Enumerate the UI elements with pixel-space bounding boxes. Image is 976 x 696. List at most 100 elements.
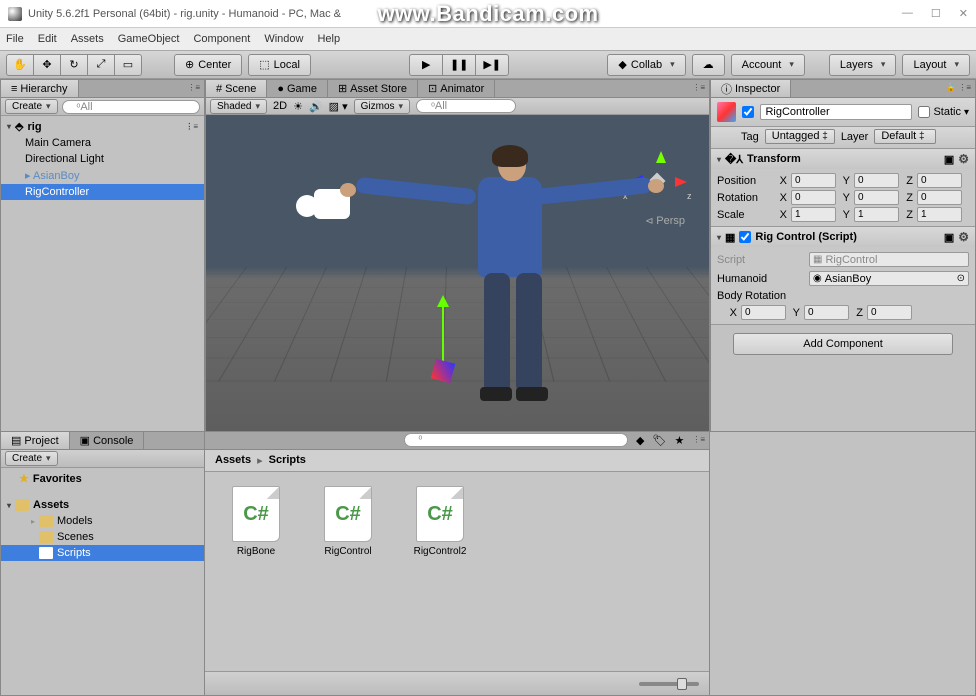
bodyrot-z[interactable] [867, 305, 912, 320]
hierarchy-item-directional-light[interactable]: Directional Light [1, 151, 204, 167]
inspector-lock-icon[interactable]: 🔒 ⋮≡ [942, 80, 975, 97]
rotation-x[interactable] [791, 190, 836, 205]
position-x[interactable] [791, 173, 836, 188]
hierarchy-menu-icon[interactable]: ⋮≡ [183, 80, 204, 97]
rotation-z[interactable] [917, 190, 962, 205]
filter-type-icon[interactable]: ◆ [632, 432, 648, 449]
rotation-y[interactable] [854, 190, 899, 205]
close-button[interactable]: ✕ [959, 7, 968, 20]
asset-rigcontrol[interactable]: C#RigControl [317, 486, 379, 557]
menu-gameobject[interactable]: GameObject [118, 33, 180, 45]
menu-help[interactable]: Help [317, 33, 340, 45]
menu-edit[interactable]: Edit [38, 33, 57, 45]
scale-tool[interactable]: ⤢ [87, 54, 115, 76]
save-search-icon[interactable]: ★ [670, 432, 688, 449]
scene-2d-toggle[interactable]: 2D [273, 100, 287, 112]
scene-fx-icon[interactable]: ▨ ▾ [329, 100, 348, 113]
asset-rigbone[interactable]: C#RigBone [225, 486, 287, 557]
hand-tool[interactable]: ✋ [6, 54, 34, 76]
static-checkbox[interactable] [918, 106, 930, 118]
add-component-button[interactable]: Add Component [733, 333, 953, 355]
unity-icon [8, 7, 22, 21]
tab-project[interactable]: ▤ Project [1, 432, 70, 449]
bodyrot-y[interactable] [804, 305, 849, 320]
scene-search[interactable]: ᵒAll [416, 99, 516, 113]
position-z[interactable] [917, 173, 962, 188]
tab-scene[interactable]: # Scene [206, 80, 267, 97]
humanoid-field[interactable]: ◉ AsianBoy⊙ [809, 271, 969, 286]
layout-dropdown[interactable]: Layout [902, 54, 970, 76]
script-help-icon[interactable]: ▣ [944, 231, 954, 244]
menu-component[interactable]: Component [193, 33, 250, 45]
script-field-label: Script [717, 254, 803, 266]
hierarchy-item-asianboy[interactable]: ▸ AsianBoy [1, 167, 204, 184]
scale-label: Scale [717, 209, 773, 221]
inspector-lower-padding [710, 432, 976, 696]
folder-models[interactable]: ▸Models [1, 513, 204, 529]
script-gear-icon[interactable]: ⚙ [958, 230, 969, 244]
collab-dropdown[interactable]: ◆ Collab [607, 54, 685, 76]
play-button[interactable]: ▶ [409, 54, 443, 76]
pivot-toggle[interactable]: ⊕ Center [174, 54, 242, 76]
menu-assets[interactable]: Assets [71, 33, 104, 45]
step-button[interactable]: ▶❚ [475, 54, 509, 76]
position-y[interactable] [854, 173, 899, 188]
shading-dropdown[interactable]: Shaded [210, 99, 267, 114]
favorites-section[interactable]: ★Favorites [1, 470, 204, 487]
grid-size-slider[interactable] [639, 682, 699, 686]
move-tool[interactable]: ✥ [33, 54, 61, 76]
scene-menu-icon[interactable]: ⋮≡ [688, 80, 709, 97]
asset-rigcontrol2[interactable]: C#RigControl2 [409, 486, 471, 557]
hierarchy-item-main-camera[interactable]: Main Camera [1, 135, 204, 151]
tab-inspector[interactable]: ⓘ Inspector [711, 80, 791, 97]
scale-z[interactable] [917, 207, 962, 222]
filter-label-icon[interactable]: 🏷 [649, 432, 671, 449]
gameobject-name-field[interactable] [760, 104, 912, 120]
layers-dropdown[interactable]: Layers [829, 54, 897, 76]
tab-hierarchy[interactable]: ≡ Hierarchy [1, 80, 79, 97]
gameobject-enabled-checkbox[interactable] [742, 106, 754, 118]
scale-x[interactable] [791, 207, 836, 222]
tab-console[interactable]: ▣ Console [70, 432, 145, 449]
bc-assets[interactable]: Assets [215, 454, 251, 467]
tab-asset-store[interactable]: ⊞ Asset Store [328, 80, 418, 97]
minimize-button[interactable]: — [902, 7, 913, 20]
bc-scripts[interactable]: Scripts [269, 454, 306, 467]
menu-window[interactable]: Window [264, 33, 303, 45]
tab-animator[interactable]: ⊡ Animator [418, 80, 495, 97]
move-gizmo[interactable] [442, 305, 444, 385]
rect-tool[interactable]: ▭ [114, 54, 142, 76]
folder-scenes[interactable]: ▸Scenes [1, 529, 204, 545]
folder-scripts[interactable]: ▸Scripts [1, 545, 204, 561]
bodyrot-x[interactable] [741, 305, 786, 320]
project-search[interactable]: ᵒ [404, 433, 629, 447]
project-create[interactable]: Create [5, 451, 58, 466]
gizmos-dropdown[interactable]: Gizmos [354, 99, 410, 114]
account-dropdown[interactable]: Account [731, 54, 805, 76]
hierarchy-search[interactable]: ᵒAll [62, 100, 200, 114]
transform-help-icon[interactable]: ▣ [944, 153, 954, 166]
assets-root[interactable]: ▾Assets [1, 497, 204, 513]
layer-dropdown[interactable]: Default ‡ [874, 129, 936, 144]
tag-dropdown[interactable]: Untagged ‡ [765, 129, 835, 144]
tab-game[interactable]: ● Game [267, 80, 328, 97]
pause-button[interactable]: ❚❚ [442, 54, 476, 76]
perspective-label[interactable]: ⊲ Persp [645, 215, 685, 227]
transform-gear-icon[interactable]: ⚙ [958, 152, 969, 166]
project-menu-icon[interactable]: ⋮≡ [688, 432, 709, 449]
scene-viewport[interactable]: x z ⊲ Persp [206, 115, 709, 431]
space-toggle[interactable]: ⬚ Local [248, 54, 311, 76]
scale-y[interactable] [854, 207, 899, 222]
hierarchy-create[interactable]: Create [5, 99, 58, 114]
script-enabled-checkbox[interactable] [739, 231, 751, 243]
gameobject-icon[interactable] [717, 102, 736, 122]
scene-light-icon[interactable]: ☀ [293, 100, 303, 113]
scene-audio-icon[interactable]: 🔊 [309, 100, 323, 113]
rotate-tool[interactable]: ↻ [60, 54, 88, 76]
menu-file[interactable]: File [6, 33, 24, 45]
maximize-button[interactable]: ☐ [931, 7, 941, 20]
hierarchy-item-rigcontroller[interactable]: RigController [1, 184, 204, 200]
script-field[interactable]: ▦ RigControl [809, 252, 969, 267]
hierarchy-scene-root[interactable]: ▾⬘ rig⋮≡ [1, 118, 204, 135]
cloud-button[interactable]: ☁ [692, 54, 725, 76]
